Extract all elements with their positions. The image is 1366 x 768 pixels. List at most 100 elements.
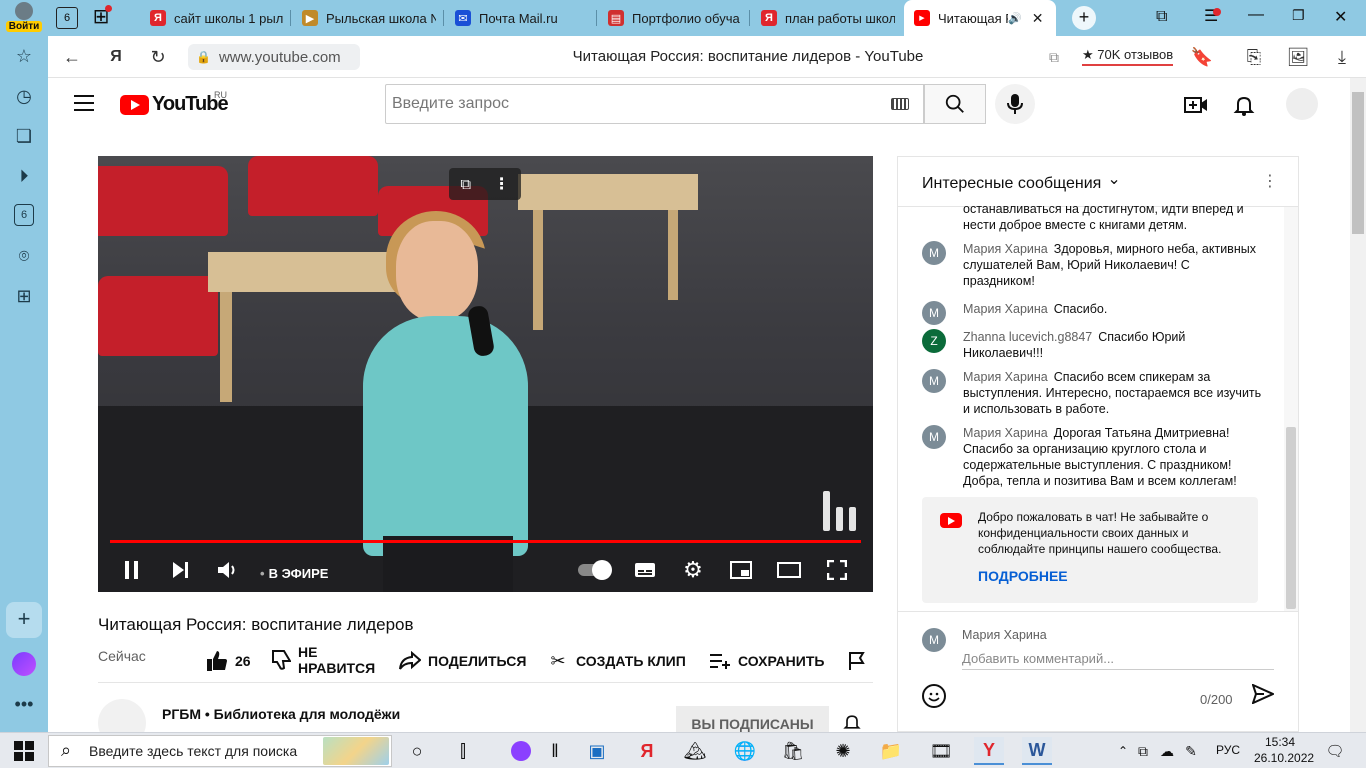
pause-icon[interactable] <box>118 556 146 584</box>
chat-author[interactable]: Мария Харина <box>963 302 1048 316</box>
more-icon[interactable]: ••• <box>12 692 36 716</box>
copy-link-icon[interactable]: ⧉ <box>1042 45 1066 69</box>
windows-start-icon[interactable] <box>14 741 34 761</box>
hamburger-menu-icon[interactable] <box>74 95 94 111</box>
alice-icon[interactable] <box>12 652 36 676</box>
learn-more-link[interactable]: ПОДРОБНЕЕ <box>978 568 1068 584</box>
share-external-icon[interactable]: ⧉ <box>460 176 471 193</box>
next-icon[interactable] <box>166 556 194 584</box>
subscription-bell-icon[interactable] <box>842 712 862 732</box>
chat-avatar[interactable]: Z <box>922 329 946 353</box>
collections-icon[interactable]: ❏ <box>12 124 36 148</box>
profile-button[interactable]: Войти <box>6 2 42 34</box>
translate-icon[interactable]: ⎘ <box>1242 45 1266 69</box>
timeline-icon[interactable]: ⫿ <box>448 737 478 765</box>
chat-author[interactable]: Мария Харина <box>963 242 1048 256</box>
chat-more-icon[interactable]: ⋮ <box>1260 171 1280 191</box>
tabs-icon[interactable]: 6 <box>14 204 34 226</box>
presentation-app-icon[interactable]: ▣ <box>582 737 612 765</box>
save-button[interactable]: СОХРАНИТЬ <box>708 646 824 676</box>
search-input[interactable] <box>385 84 924 124</box>
pen-icon[interactable]: ✎ <box>1176 737 1206 765</box>
search-button[interactable] <box>924 84 986 124</box>
add-panel-button[interactable]: + <box>6 602 42 638</box>
task-view-icon[interactable]: ○ <box>402 737 432 765</box>
word-app-icon[interactable]: W <box>1022 737 1052 765</box>
notifications-button[interactable] <box>1232 93 1256 117</box>
chat-message-input[interactable] <box>962 648 1274 670</box>
share-button[interactable]: ПОДЕЛИТЬСЯ <box>398 646 526 676</box>
media-app-icon[interactable]: 🎞 <box>926 737 956 765</box>
chat-author[interactable]: Мария Харина <box>963 426 1048 440</box>
live-label[interactable]: В ЭФИРЕ <box>260 566 329 581</box>
chat-avatar[interactable]: M <box>922 369 946 393</box>
account-avatar[interactable] <box>1286 88 1318 120</box>
back-icon[interactable]: ← <box>60 45 84 69</box>
settings-gear-icon[interactable]: ⚙ <box>679 556 707 584</box>
video-player[interactable]: ⧉ ⋮ В ЭФИРЕ ⚙ <box>98 156 873 592</box>
tab-portfolio[interactable]: ▤ Портфолио обуча <box>598 0 752 36</box>
chat-mode-dropdown[interactable]: Интересные сообщения <box>922 173 1121 193</box>
autoplay-toggle[interactable] <box>578 560 612 580</box>
alice-taskbar-icon[interactable] <box>506 737 536 765</box>
bookmark-tab-icon[interactable]: ⧉ <box>1156 8 1167 26</box>
language-indicator[interactable]: РУС <box>1216 743 1240 757</box>
send-icon[interactable] <box>1251 683 1276 708</box>
youtube-logo[interactable]: YouTube RU <box>120 90 229 116</box>
reload-icon[interactable]: ↻ <box>146 45 170 69</box>
emoji-icon[interactable] <box>922 684 946 708</box>
photos-app-icon[interactable]: 🏔 <box>680 737 710 765</box>
pinwheel-app-icon[interactable]: ✺ <box>828 737 858 765</box>
report-button[interactable] <box>845 646 875 676</box>
miniplayer-icon[interactable] <box>727 556 755 584</box>
chat-scrollbar-thumb[interactable] <box>1286 427 1296 609</box>
fullscreen-icon[interactable] <box>823 556 851 584</box>
chat-avatar[interactable]: M <box>922 425 946 449</box>
store-app-icon[interactable]: 🛍 <box>778 737 808 765</box>
services-grid-icon[interactable]: ⊞ <box>12 284 36 308</box>
dislike-button[interactable]: НЕ НРАВИТСЯ <box>268 642 375 678</box>
camera-icon[interactable]: ⌾ <box>12 244 36 268</box>
yandex-home-icon[interactable]: Я <box>104 45 128 69</box>
page-scrollbar-thumb[interactable] <box>1352 92 1364 234</box>
tabs-count-button[interactable]: 6 <box>56 7 78 29</box>
close-window-icon[interactable]: ✕ <box>1334 7 1347 27</box>
add-tab-button[interactable]: + <box>1072 6 1096 30</box>
history-icon[interactable]: ◷ <box>12 84 36 108</box>
create-clip-button[interactable]: ✂ СОЗДАТЬ КЛИП <box>546 646 685 676</box>
yandex-taskbar-icon[interactable]: Я <box>632 737 662 765</box>
chat-author[interactable]: Zhanna lucevich.g8847 <box>963 330 1092 344</box>
volume-icon[interactable] <box>214 556 242 584</box>
media-icon[interactable]: ⏵ <box>12 164 36 188</box>
notifications-center-icon[interactable]: 🗨 <box>1320 737 1350 765</box>
video-progress-bar[interactable] <box>110 540 861 543</box>
keyboard-icon[interactable] <box>891 98 909 110</box>
taskbar-search-input[interactable] <box>89 743 319 759</box>
bookmark-icon[interactable]: 🔖 <box>1190 45 1214 69</box>
close-tab-icon[interactable]: ✕ <box>1032 10 1044 27</box>
download-icon[interactable]: ⤓ <box>1330 45 1354 69</box>
star-icon[interactable]: ☆ <box>12 44 36 68</box>
file-explorer-icon[interactable]: 📁 <box>876 737 906 765</box>
theater-mode-icon[interactable] <box>775 556 803 584</box>
restore-icon[interactable]: ❐ <box>1292 7 1305 24</box>
subtitles-icon[interactable] <box>631 556 659 584</box>
more-options-icon[interactable]: ⋮ <box>494 174 510 194</box>
tab-work-plan[interactable]: Я план работы школ <box>751 0 905 36</box>
create-video-button[interactable] <box>1184 93 1208 117</box>
like-button[interactable]: 26 <box>205 646 251 676</box>
tab-mail[interactable]: ✉ Почта Mail.ru <box>445 0 599 36</box>
screenshot-icon[interactable]: 🖼 <box>1286 45 1310 69</box>
audio-playing-icon[interactable]: 🔊 <box>1008 12 1022 25</box>
channel-name[interactable]: РГБМ • Библиотека для молодёжи <box>162 706 400 722</box>
clock[interactable]: 15:34 26.10.2022 <box>1254 734 1314 766</box>
tab-rylsk-school[interactable]: ▶ Рыльская школа № <box>292 0 446 36</box>
globe-app-icon[interactable]: 🌐 <box>730 737 760 765</box>
tab-school-site[interactable]: Я сайт школы 1 рыл <box>140 0 294 36</box>
url-field[interactable]: 🔒 www.youtube.com <box>188 44 360 70</box>
voice-search-button[interactable] <box>995 84 1035 124</box>
chat-avatar[interactable]: M <box>922 301 946 325</box>
chat-author[interactable]: Мария Харина <box>963 370 1048 384</box>
taskbar-search[interactable]: ⌕ <box>48 735 392 767</box>
tab-youtube-active[interactable]: ▶ Читающая Р 🔊 ✕ <box>904 0 1056 36</box>
